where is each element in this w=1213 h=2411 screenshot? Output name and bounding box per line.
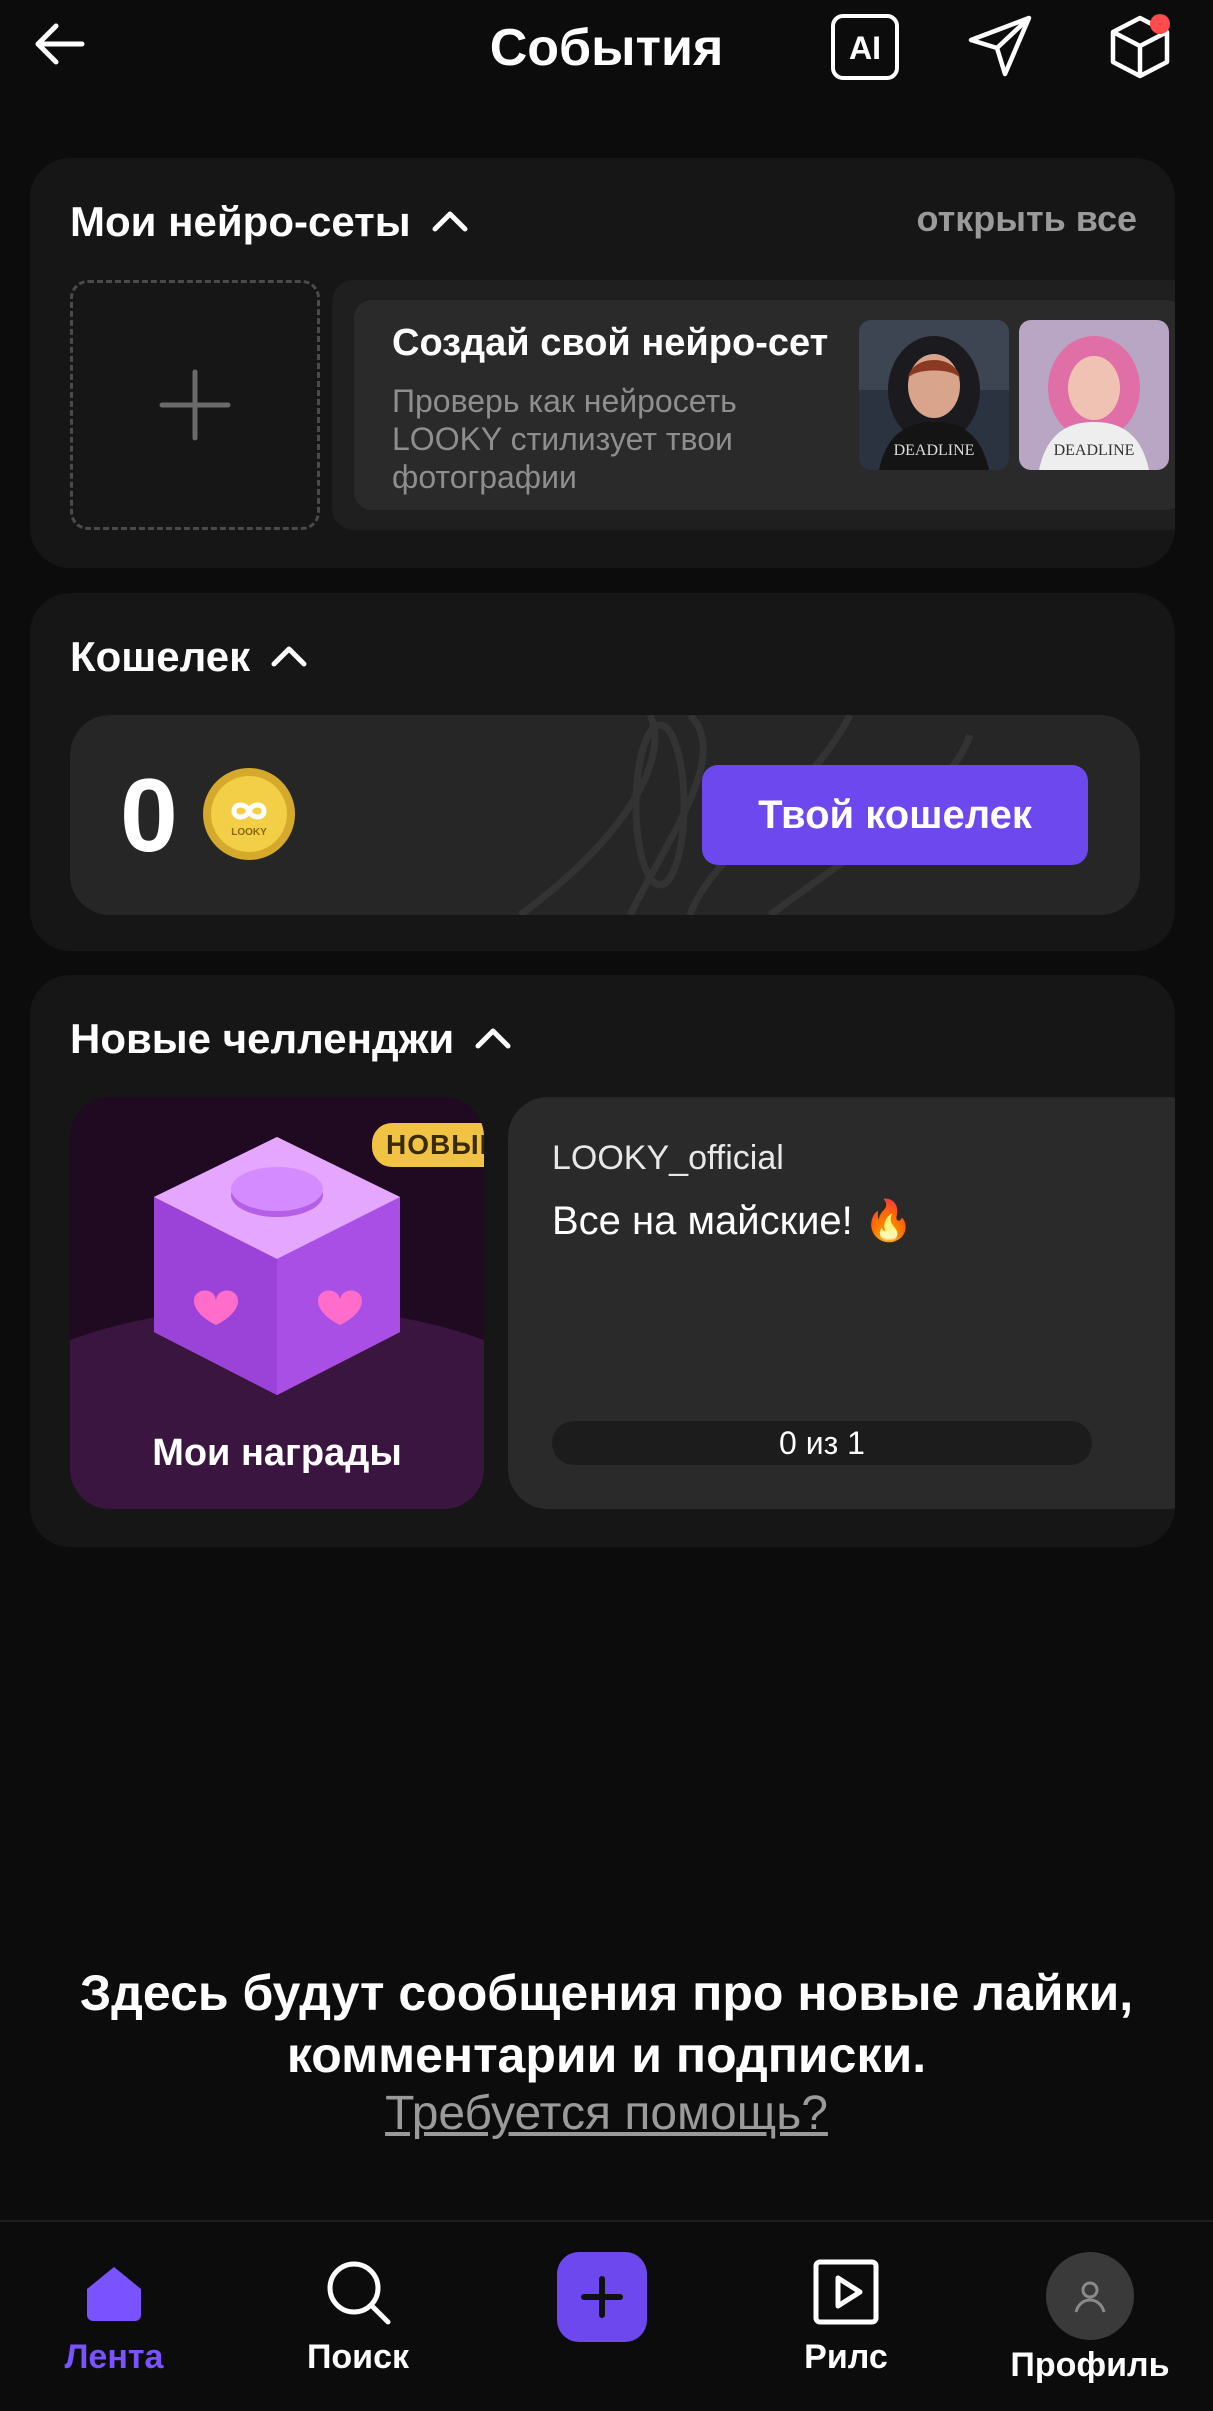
chevron-up-icon xyxy=(432,211,468,232)
nav-feed[interactable]: Лента xyxy=(24,2252,204,2377)
ai-label: AI xyxy=(849,30,881,66)
nav-reels[interactable]: Рилс xyxy=(756,2252,936,2377)
avatar xyxy=(1046,2252,1134,2340)
coin-label: LOOKY xyxy=(231,827,267,838)
bottom-navigation: Лента Поиск Рилс Профиль xyxy=(0,2220,1213,2411)
chevron-up-icon xyxy=(271,646,307,667)
user-icon xyxy=(1074,2281,1106,2313)
challenge-title: Все на майские! 🔥 xyxy=(552,1199,914,1243)
nav-search[interactable]: Поиск xyxy=(268,2252,448,2377)
nav-search-label: Поиск xyxy=(306,2338,410,2376)
challenge-author: LOOKY_official xyxy=(552,1139,784,1177)
top-bar: События AI xyxy=(0,0,1213,100)
wallet-balance-panel: 0 LOOKY Твой кошелек xyxy=(70,715,1140,915)
my-rewards-tile[interactable]: НОВЫЙ Мои награды xyxy=(70,1097,484,1509)
thumb-caption: DEADLINE xyxy=(1054,442,1135,459)
wallet-header[interactable]: Кошелек xyxy=(70,633,310,681)
nav-profile-label: Профиль xyxy=(1010,2346,1170,2384)
challenges-title: Новые челленджи xyxy=(70,1015,455,1062)
new-badge: НОВЫЙ xyxy=(372,1123,484,1167)
your-wallet-button[interactable]: Твой кошелек xyxy=(702,765,1088,865)
promo-description: Проверь как нейросеть LOOKY стилизует тв… xyxy=(392,383,737,495)
help-link[interactable]: Требуется помощь? xyxy=(0,2086,1213,2141)
empty-state-message: Здесь будут сообщения про новые лайки, к… xyxy=(0,1962,1213,2086)
events-screen: События AI Мои нейро-сеты открыть все Со… xyxy=(0,0,1213,2411)
nav-feed-label: Лента xyxy=(64,2338,164,2376)
neuro-sets-section: Мои нейро-сеты открыть все Создай свой н… xyxy=(30,158,1175,568)
sample-portrait-dark: DEADLINE xyxy=(859,320,1009,470)
neuro-sets-title: Мои нейро-сеты xyxy=(70,198,411,245)
wallet-amount: 0 xyxy=(120,758,178,874)
send-icon[interactable] xyxy=(965,12,1035,82)
nav-reels-label: Рилс xyxy=(804,2338,888,2376)
thumb-caption: DEADLINE xyxy=(894,442,975,459)
promo-title: Создай свой нейро-сет xyxy=(392,322,829,364)
ai-button[interactable]: AI xyxy=(830,13,900,81)
neuro-sets-header[interactable]: Мои нейро-сеты xyxy=(70,198,471,246)
wallet-section: Кошелек 0 LOOKY Твой кошелек xyxy=(30,593,1175,951)
plus-icon xyxy=(159,369,231,441)
open-all-link[interactable]: открыть все xyxy=(916,198,1137,240)
reels-play-icon xyxy=(806,2252,886,2332)
next-challenge-card[interactable] xyxy=(1142,1141,1175,1491)
add-neuro-set-button[interactable] xyxy=(70,280,320,530)
promo-panel: Создай свой нейро-сет Проверь как нейрос… xyxy=(354,300,1175,510)
my-rewards-label: Мои награды xyxy=(152,1432,402,1474)
create-neuro-set-card[interactable]: Создай свой нейро-сет Проверь как нейрос… xyxy=(332,280,1175,530)
notification-dot xyxy=(1150,14,1170,34)
create-plus-icon xyxy=(557,2252,647,2342)
looky-coin-icon: LOOKY xyxy=(202,767,296,861)
nav-profile[interactable]: Профиль xyxy=(1000,2252,1180,2385)
home-icon xyxy=(74,2252,154,2332)
nav-create[interactable] xyxy=(512,2252,692,2342)
empty-state-line2: комментарии и подписки. xyxy=(286,2027,927,2083)
sample-portrait-pink: DEADLINE xyxy=(1019,320,1169,470)
empty-state-line1: Здесь будут сообщения про новые лайки, xyxy=(79,1965,1134,2021)
challenge-card[interactable]: LOOKY_official Все на майские! 🔥 0 из 1 xyxy=(508,1097,1175,1509)
search-icon xyxy=(318,2252,398,2332)
challenges-section: Новые челленджи НОВЫЙ Мои награды LOOKY_… xyxy=(30,975,1175,1547)
challenge-progress: 0 из 1 xyxy=(552,1421,1092,1465)
wallet-title: Кошелек xyxy=(70,633,251,680)
challenges-header[interactable]: Новые челленджи xyxy=(70,1015,514,1063)
chevron-up-icon xyxy=(475,1028,511,1049)
